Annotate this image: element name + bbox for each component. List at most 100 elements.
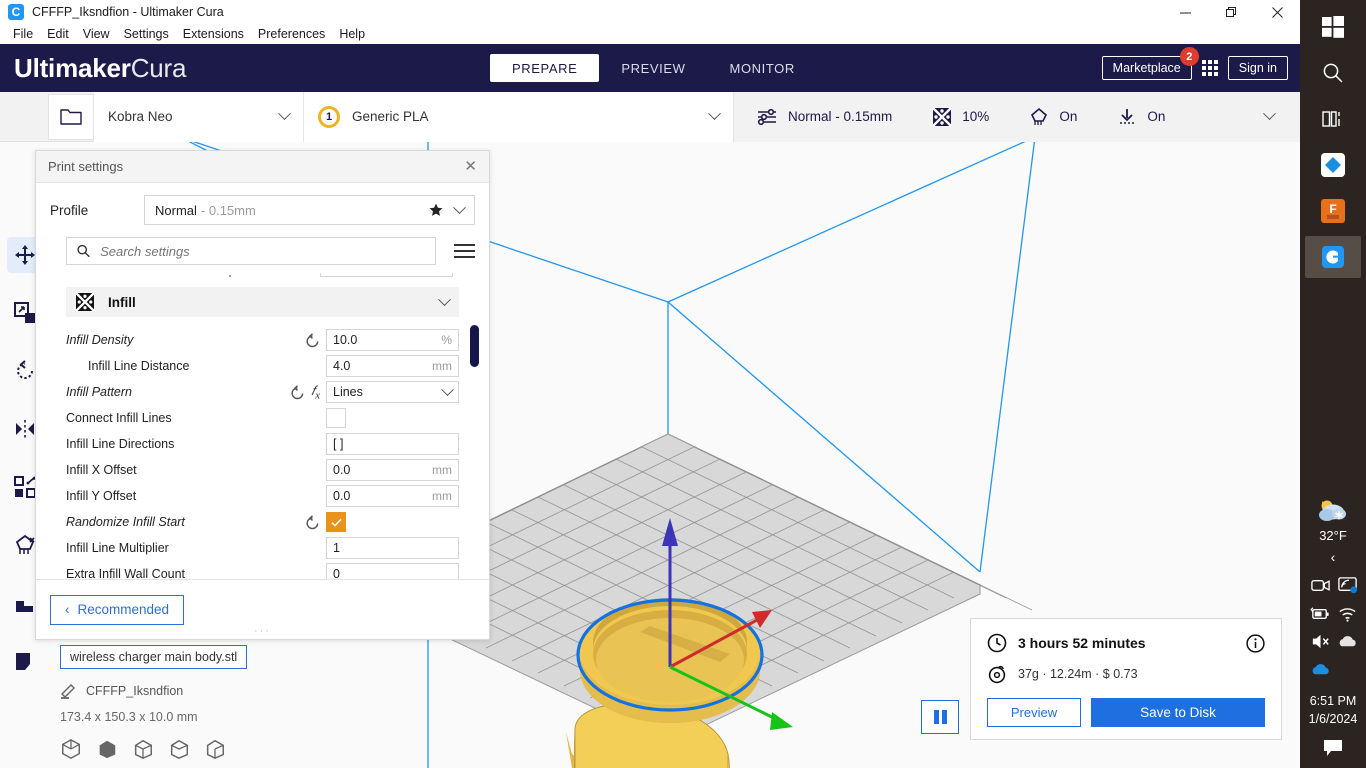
search-settings-box[interactable] [66, 237, 436, 265]
printer-selector[interactable]: Kobra Neo [94, 91, 304, 142]
wifi-icon[interactable] [1337, 603, 1358, 624]
weather-temperature: 32°F [1319, 527, 1347, 543]
sign-in-button[interactable]: Sign in [1227, 56, 1288, 80]
setting-row[interactable]: Infill Line Multiplier 1 [66, 535, 459, 561]
settings-list[interactable]: Infill Infill Density 10.0 % Infill Line… [36, 273, 489, 579]
action-center-icon[interactable] [1300, 728, 1366, 764]
taskbar-app-blender-icon[interactable] [1305, 144, 1361, 186]
close-icon[interactable] [1254, 0, 1300, 24]
revert-icon[interactable] [290, 384, 305, 400]
settings-visibility-icon[interactable] [454, 244, 475, 258]
3d-viewport[interactable]: wireless charger main body.stl CFFFP_Iks… [0, 142, 1300, 768]
print-job-panel: 3 hours 52 minutes 37g · 12.24m · $ 0.73… [970, 618, 1282, 740]
setting-input[interactable]: 0.0 mm [326, 459, 459, 481]
task-view-icon[interactable] [1305, 98, 1361, 140]
view-3d-icon[interactable] [60, 738, 82, 760]
menu-settings[interactable]: Settings [117, 26, 176, 42]
apps-grid-icon[interactable] [1201, 60, 1218, 76]
formula-icon[interactable]: 𝑓x [311, 383, 320, 402]
print-settings-title: Print settings [48, 159, 124, 174]
setting-input[interactable]: 1 [326, 537, 459, 559]
show-hidden-icons[interactable]: ‹ [1300, 543, 1366, 567]
chevron-down-icon[interactable] [453, 200, 466, 214]
profile-selector[interactable]: Normal - 0.15mm [144, 195, 475, 225]
tab-prepare[interactable]: PREPARE [490, 54, 600, 82]
setting-input[interactable]: 4.0 mm [326, 355, 459, 377]
star-icon[interactable] [429, 203, 443, 217]
scrollbar-thumb[interactable] [470, 325, 479, 367]
setting-row[interactable]: Infill Pattern 𝑓x Lines [66, 379, 459, 405]
setting-checkbox[interactable] [326, 408, 346, 428]
support-chip: On [1029, 107, 1077, 127]
quality-chip: Normal - 0.15mm [756, 108, 892, 126]
weather-widget[interactable]: 32°F [1300, 494, 1366, 543]
view-front-icon[interactable] [96, 738, 118, 760]
view-top-icon[interactable] [132, 738, 154, 760]
battery-charging-icon[interactable] [1310, 603, 1331, 624]
setting-checkbox[interactable] [326, 512, 346, 532]
save-to-disk-button[interactable]: Save to Disk [1091, 698, 1265, 727]
setting-row[interactable]: Infill Density 10.0 % [66, 327, 459, 353]
volume-muted-icon[interactable] [1310, 631, 1331, 652]
material-selector[interactable]: 1 Generic PLA [304, 91, 734, 142]
view-right-icon[interactable] [204, 738, 226, 760]
onedrive-gray-icon[interactable] [1337, 631, 1358, 652]
search-input[interactable] [100, 243, 425, 259]
resize-grip[interactable]: ··· [254, 625, 271, 637]
recommended-label: Recommended [77, 602, 170, 617]
print-setup-selector[interactable]: Normal - 0.15mm 10% On On [734, 91, 1300, 142]
marketplace-button[interactable]: Marketplace [1101, 56, 1192, 80]
model-file-chip[interactable]: wireless charger main body.stl [60, 645, 248, 669]
revert-icon[interactable] [305, 514, 320, 530]
menu-bar: File Edit View Settings Extensions Prefe… [0, 24, 1300, 44]
setting-input[interactable]: 0 [326, 563, 459, 579]
setting-input[interactable]: [ ] [326, 433, 459, 455]
open-file-button[interactable] [48, 93, 94, 140]
weather-snow-icon [1319, 500, 1346, 521]
setting-row[interactable]: Infill Y Offset 0.0 mm [66, 483, 459, 509]
network-cast-icon[interactable] [1337, 575, 1358, 596]
setting-row[interactable]: Infill Line Directions [ ] [66, 431, 459, 457]
settings-scrollbar[interactable] [469, 273, 479, 579]
chevron-down-icon [708, 107, 721, 121]
minimize-icon[interactable] [1162, 0, 1208, 24]
view-left-icon[interactable] [168, 738, 190, 760]
setting-row[interactable]: Infill Line Distance 4.0 mm [66, 353, 459, 379]
setting-input[interactable]: 10.0 % [326, 329, 459, 351]
setting-value: 0.0 [333, 489, 351, 503]
setting-row[interactable]: Connect Infill Lines [66, 405, 459, 431]
start-button[interactable] [1305, 6, 1361, 48]
menu-preferences[interactable]: Preferences [251, 26, 332, 42]
menu-help[interactable]: Help [332, 26, 372, 42]
taskbar-app-fusion-icon[interactable]: F [1305, 190, 1361, 232]
setting-unit: mm [432, 489, 452, 503]
pause-slicing-button[interactable] [921, 700, 959, 734]
setting-row[interactable]: Randomize Infill Start [66, 509, 459, 535]
menu-extensions[interactable]: Extensions [176, 26, 251, 42]
meet-now-icon[interactable] [1310, 575, 1331, 596]
section-header-infill[interactable]: Infill [66, 287, 459, 317]
menu-edit[interactable]: Edit [40, 26, 76, 42]
window-title: CFFFP_Iksndfion - Ultimaker Cura [32, 5, 224, 19]
setting-input[interactable]: 0.0 mm [326, 485, 459, 507]
taskbar-search-icon[interactable] [1305, 52, 1361, 94]
setting-dropdown[interactable]: Lines [326, 381, 459, 403]
tab-monitor[interactable]: MONITOR [708, 54, 817, 82]
tab-preview[interactable]: PREVIEW [599, 54, 707, 82]
job-actions: Preview Save to Disk [987, 698, 1265, 727]
menu-view[interactable]: View [76, 26, 117, 42]
setting-row[interactable]: Infill X Offset 0.0 mm [66, 457, 459, 483]
preview-button[interactable]: Preview [987, 698, 1081, 727]
chevron-down-icon[interactable] [438, 292, 451, 306]
taskbar-clock[interactable]: 6:51 PM 1/6/2024 [1300, 692, 1366, 728]
info-icon[interactable] [1246, 633, 1265, 653]
onedrive-blue-icon[interactable] [1310, 659, 1331, 680]
revert-icon[interactable] [305, 332, 320, 348]
close-icon[interactable]: ✕ [464, 159, 477, 174]
setting-row[interactable]: Extra Infill Wall Count 0 [66, 561, 459, 579]
menu-file[interactable]: File [6, 26, 40, 42]
recommended-mode-button[interactable]: ‹ Recommended [50, 594, 185, 625]
maximize-icon[interactable] [1208, 0, 1254, 24]
tool-mesh-cut[interactable] [7, 643, 43, 679]
taskbar-app-cura-icon[interactable] [1305, 236, 1361, 278]
